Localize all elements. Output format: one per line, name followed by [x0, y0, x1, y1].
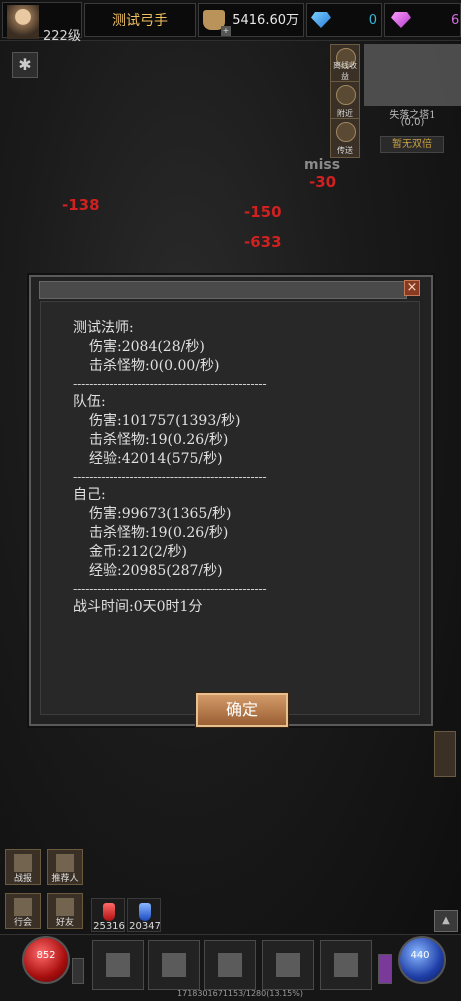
gem-icon	[391, 12, 411, 28]
chevron-up-icon[interactable]: ▲	[434, 910, 458, 932]
gear-icon	[334, 953, 358, 977]
battle-time: 战斗时间:0天0时1分	[73, 599, 203, 615]
recommender-button[interactable]: 推荐人	[47, 849, 83, 885]
helmet-icon	[106, 953, 130, 977]
self-exp: 经验:20985(287/秒)	[89, 563, 223, 579]
separator: ----------------------------------------…	[73, 582, 267, 596]
guild-button[interactable]: 行会	[5, 893, 41, 929]
diamond-icon	[311, 12, 331, 28]
blue-potion-icon	[139, 903, 151, 921]
left-bar-slot	[72, 958, 84, 984]
recommender-label: 推荐人	[51, 874, 79, 884]
menu-button[interactable]: ✱	[12, 52, 38, 78]
self-gold: 金币:212(2/秒)	[89, 544, 187, 560]
separator: ----------------------------------------…	[73, 470, 267, 484]
quest-button[interactable]	[204, 940, 256, 990]
purple-potion-slot[interactable]	[378, 954, 392, 984]
experience-text: 1718301671153/1280(13.15%)	[177, 989, 303, 998]
guild-label: 行会	[13, 918, 32, 928]
mage-damage: 伤害:2084(28/秒)	[89, 339, 205, 355]
damage-number: -150	[244, 203, 282, 221]
team-header: 队伍:	[73, 394, 106, 410]
player-name: 测试弓手	[84, 3, 196, 37]
friends-button[interactable]: 好友	[47, 893, 83, 929]
close-icon[interactable]: ×	[404, 280, 420, 296]
teleport-button[interactable]: 传送	[330, 118, 360, 158]
teleport-label: 传送	[337, 146, 353, 155]
separator: ----------------------------------------…	[73, 377, 267, 391]
player-level: 222级	[43, 29, 81, 44]
damage-number: -30	[309, 173, 337, 191]
dialog-title-bar	[39, 281, 407, 299]
gold-panel[interactable]: + 5416.60万	[198, 3, 304, 37]
mp-potion-count: 20347	[129, 921, 161, 932]
self-header: 自己:	[73, 487, 106, 503]
miss-text: miss	[304, 157, 341, 173]
double-exp-button[interactable]: 暂无双倍	[380, 136, 444, 153]
settings-button[interactable]	[320, 940, 372, 990]
diamond-panel[interactable]: 0	[306, 3, 382, 37]
skills-button[interactable]	[262, 940, 314, 990]
dialog-body: 测试法师: 伤害:2084(28/秒) 击杀怪物:0(0.00/秒) -----…	[40, 301, 420, 727]
offline-earnings-label: 离线收益	[333, 61, 357, 81]
people-icon	[56, 854, 74, 872]
chest-icon	[162, 953, 186, 977]
battle-report-label: 战报	[13, 874, 32, 884]
team-exp: 经验:42014(575/秒)	[89, 451, 223, 467]
chart-icon	[14, 854, 32, 872]
gold-value: 5416.60万	[232, 13, 299, 28]
character-button[interactable]	[92, 940, 144, 990]
guild-icon	[14, 898, 32, 916]
hp-value: 852	[36, 950, 56, 961]
scroll-icon	[218, 953, 242, 977]
mp-potion-slot[interactable]: 20347	[127, 898, 161, 932]
mage-kills: 击杀怪物:0(0.00/秒)	[89, 358, 220, 374]
battle-stats-dialog: × 测试法师: 伤害:2084(28/秒) 击杀怪物:0(0.00/秒) ---…	[29, 275, 433, 727]
mp-value: 440	[410, 950, 430, 961]
gem-value: 6	[451, 13, 460, 28]
damage-number: -633	[244, 233, 282, 251]
confirm-button[interactable]: 确定	[196, 693, 288, 727]
nearby-icon	[336, 85, 356, 105]
expand-panel-button[interactable]	[434, 731, 456, 777]
nearby-button[interactable]: 附近	[330, 81, 360, 121]
player-avatar-panel[interactable]: 222级	[2, 2, 82, 44]
map-coordinates: (0,0)	[400, 117, 425, 128]
mage-header: 测试法师:	[73, 320, 134, 336]
teleport-icon	[336, 122, 356, 142]
friends-label: 好友	[55, 918, 74, 928]
gem-panel[interactable]: 6	[384, 3, 461, 37]
battle-report-button[interactable]: 战报	[5, 849, 41, 885]
team-kills: 击杀怪物:19(0.26/秒)	[89, 432, 229, 448]
minimap[interactable]	[364, 44, 461, 106]
self-damage: 伤害:99673(1365/秒)	[89, 506, 232, 522]
offline-earnings-button[interactable]: 离线收益	[330, 44, 360, 84]
team-damage: 伤害:101757(1393/秒)	[89, 413, 241, 429]
bag-button[interactable]	[148, 940, 200, 990]
damage-number: -138	[62, 196, 100, 214]
hp-potion-count: 25316	[93, 921, 125, 932]
avatar[interactable]	[7, 5, 39, 39]
hp-potion-slot[interactable]: 25316	[91, 898, 125, 932]
red-potion-icon	[103, 903, 115, 921]
book-icon	[276, 953, 300, 977]
diamond-value: 0	[368, 13, 377, 28]
friends-icon	[56, 898, 74, 916]
add-gold-icon[interactable]: +	[221, 26, 231, 36]
self-kills: 击杀怪物:19(0.26/秒)	[89, 525, 229, 541]
